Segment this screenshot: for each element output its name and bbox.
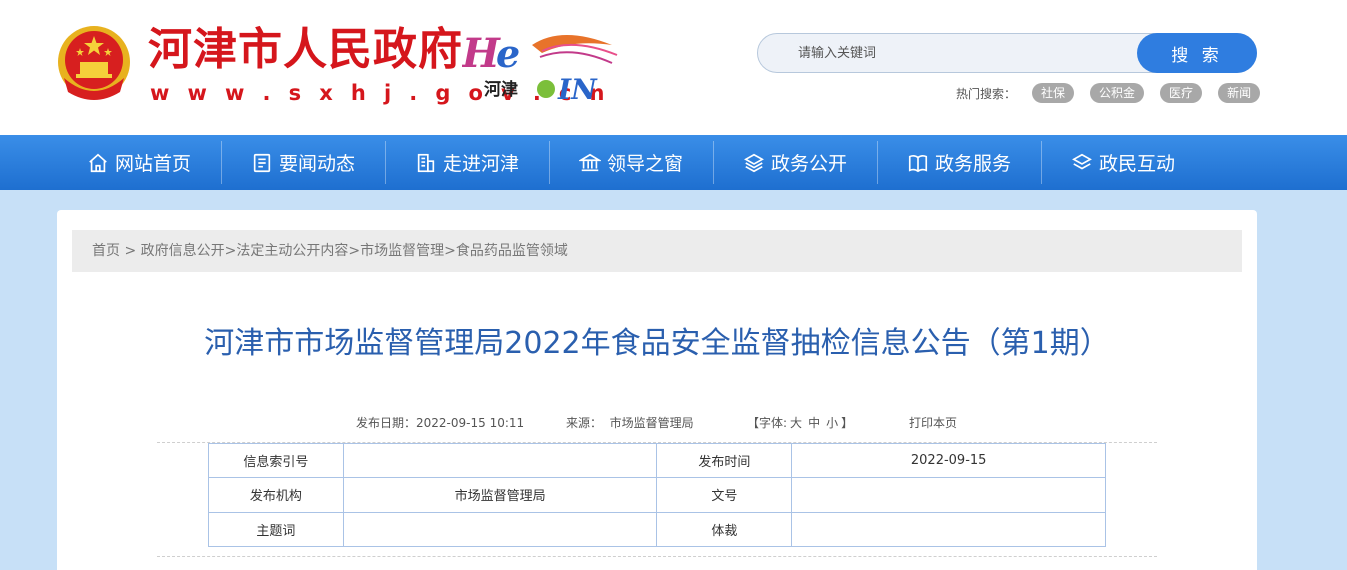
breadcrumb-gov-info[interactable]: 政府信息公开 [141,243,225,259]
source: 来源： 市场监督管理局 [566,414,694,431]
table-label: 主题词 [208,511,344,548]
content-card: 首页 > 政府信息公开>法定主动公开内容>市场监督管理>食品药品监管领域 河津市… [57,210,1257,570]
nav-item-label: 政务公开 [770,153,847,175]
nav-item-leaders[interactable]: 领导之窗 [549,135,713,190]
nav-item-interaction[interactable]: 政民互动 [1041,135,1205,190]
building-icon [417,153,435,172]
stack-icon [1072,153,1092,169]
nav-item-label: 走进河津 [442,153,519,175]
main-nav: 网站首页 要闻动态 走进河津 领导之窗 政务公开 政务服务 政民互动 [0,135,1347,190]
nav-item-home[interactable]: 网站首页 [57,135,221,190]
svg-text:e: e [496,31,520,76]
site-header: 河津市人民政府 w w w . s x h j . g o v . c n H … [0,0,1347,135]
divider [157,556,1157,557]
print-button[interactable]: 打印本页 [909,414,957,431]
font-size-medium[interactable]: 中 [808,416,820,430]
nav-item-about-hejin[interactable]: 走进河津 [385,135,549,190]
font-size-bracket: 】 [841,416,854,430]
table-label: 发布时间 [656,442,793,479]
table-row: 主题词 体裁 [208,511,1106,548]
breadcrumb-separator: > [120,243,141,259]
search-box: 搜 索 [757,33,1257,73]
search-input[interactable] [758,34,1138,72]
table-value [342,442,658,479]
article-meta: 发布日期：2022-09-15 10:11 来源： 市场监督管理局 【字体: 大中… [57,414,1257,432]
nav-item-label: 政务服务 [934,153,1011,175]
publish-date: 发布日期：2022-09-15 10:11 [356,414,524,431]
breadcrumb-market-supervision[interactable]: 市场监督管理 [360,243,444,259]
breadcrumb: 首页 > 政府信息公开>法定主动公开内容>市场监督管理>食品药品监管领域 [72,230,1242,272]
table-row: 信息索引号 发布时间 2022-09-15 [208,442,1106,479]
hejin-logo-text: 河津 [484,80,518,100]
font-size-label: 【字体: [747,416,788,430]
breadcrumb-food-drug[interactable]: 食品药品监管领域 [456,243,568,259]
publish-date-value: 2022-09-15 10:11 [416,416,525,430]
hot-search: 热门搜索： 社保 公积金 医疗 新闻 [956,82,1261,104]
hot-tag-news[interactable]: 新闻 [1218,83,1261,103]
hot-tag-housing-fund[interactable]: 公积金 [1090,83,1145,103]
table-label: 体裁 [656,511,793,548]
table-value: 2022-09-15 [791,442,1106,479]
breadcrumb-statutory[interactable]: 法定主动公开内容 [236,243,348,259]
breadcrumb-separator: > [444,243,456,259]
nav-item-news[interactable]: 要闻动态 [221,135,385,190]
nav-item-label: 政民互动 [1098,153,1175,175]
breadcrumb-separator: > [348,243,361,259]
hejin-logo: H e IN 河津 [461,25,622,106]
breadcrumb-separator: > [224,243,237,259]
svg-text:IN: IN [557,73,598,105]
breadcrumb-home[interactable]: 首页 [92,243,120,259]
book-icon [908,154,928,172]
font-size-control: 【字体: 大中小】 [747,414,853,431]
national-emblem-icon [58,26,130,100]
search-button[interactable]: 搜 索 [1137,33,1257,73]
table-value [791,477,1106,513]
home-icon [89,153,107,172]
news-icon [253,153,271,172]
nav-item-label: 领导之窗 [606,153,683,175]
nav-item-label: 要闻动态 [278,153,355,175]
nav-item-label: 网站首页 [114,153,191,175]
layers-icon [744,153,764,172]
info-table: 信息索引号 发布时间 2022-09-15 发布机构 市场监督管理局 文号 主题… [208,442,1106,548]
site-title: 河津市人民政府 [148,24,463,75]
hot-search-label: 热门搜索： [956,86,1017,101]
hot-tag-medical[interactable]: 医疗 [1160,83,1203,103]
table-value [791,511,1106,548]
source-value: 市场监督管理局 [609,416,694,430]
font-size-small[interactable]: 小 [826,416,838,430]
government-icon [578,153,601,171]
publish-date-label: 发布日期： [356,416,417,430]
table-label: 信息索引号 [208,442,344,479]
table-value: 市场监督管理局 [342,477,658,513]
table-label: 发布机构 [208,477,344,513]
nav-item-gov-services[interactable]: 政务服务 [877,135,1041,190]
article-title: 河津市市场监督管理局2022年食品安全监督抽检信息公告（第1期） [204,326,1110,361]
hot-tag-social-security[interactable]: 社保 [1032,83,1075,103]
table-row: 发布机构 市场监督管理局 文号 [208,477,1106,513]
nav-item-gov-affairs[interactable]: 政务公开 [713,135,877,190]
font-size-large[interactable]: 大 [790,416,802,430]
table-value [342,511,658,548]
table-label: 文号 [656,477,793,513]
source-label: 来源： [566,416,603,430]
